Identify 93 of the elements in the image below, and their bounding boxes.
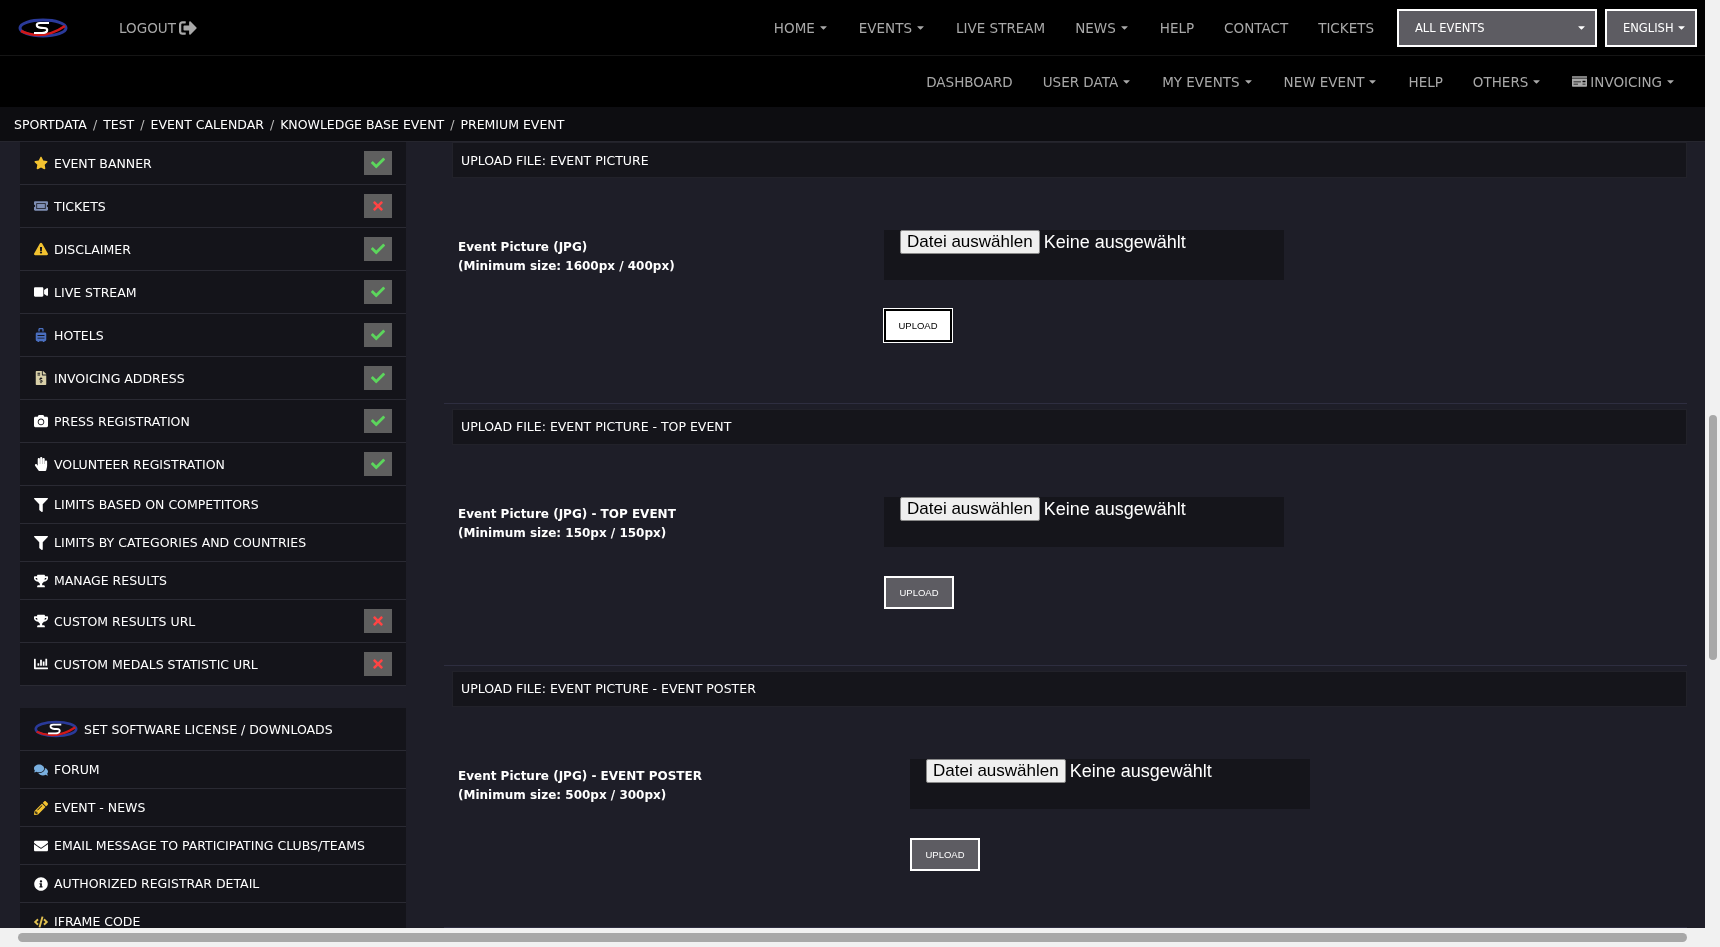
nav-link[interactable]: NEW EVENT — [1268, 73, 1394, 90]
nav-link[interactable]: EVENTS — [843, 19, 942, 36]
breadcrumb-link[interactable]: TEST — [103, 116, 135, 132]
file-input[interactable]: Datei auswählen Keine ausgewählt — [884, 496, 1284, 547]
sidebar-item[interactable]: PRESS REGISTRATION — [20, 400, 406, 443]
sidebar-item[interactable]: LIMITS BY CATEGORIES AND COUNTRIES — [20, 524, 406, 562]
sidebar-item[interactable]: LIMITS BASED ON COMPETITORS — [20, 486, 406, 524]
sidebar-item[interactable]: EVENT BANNER — [20, 142, 406, 185]
event-select[interactable]: ALL EVENTS — [1397, 8, 1597, 47]
sidebar-item[interactable]: INVOICING ADDRESS — [20, 357, 406, 400]
check-icon — [371, 371, 385, 385]
logout-link[interactable]: LOGOUT — [104, 18, 212, 37]
field-label: Event Picture (JPG) - TOP EVENT (Minimum size: 150px / 150px) — [458, 505, 677, 542]
money-card-icon — [1572, 74, 1588, 89]
breadcrumb-link[interactable]: EVENT CALENDAR — [150, 116, 264, 132]
nav-link[interactable]: MY EVENTS — [1147, 73, 1269, 90]
video-camera-icon — [34, 285, 48, 299]
file-input[interactable]: Datei auswählen Keine ausgewählt — [910, 758, 1310, 809]
sidebar-item[interactable]: AUTHORIZED REGISTRAR DETAIL — [20, 865, 406, 903]
field-label: Event Picture (JPG) - EVENT POSTER (Minimum size: 500px / 300px) — [458, 767, 703, 804]
nav-link[interactable]: DASHBOARD — [911, 73, 1028, 90]
logo — [34, 719, 78, 739]
sidebar-item[interactable]: MANAGE RESULTS — [20, 562, 406, 600]
breadcrumb-separator: / — [92, 116, 98, 132]
sidebar-item[interactable]: VOLUNTEER REGISTRATION — [20, 443, 406, 486]
invoice-icon — [34, 371, 48, 385]
nav-link[interactable]: NEWS — [1060, 19, 1145, 36]
sidebar-item[interactable]: CUSTOM RESULTS URL — [20, 600, 406, 643]
hand-icon — [34, 457, 48, 471]
cross-icon — [371, 199, 385, 213]
breadcrumb-link[interactable]: KNOWLEDGE BASE EVENT — [280, 116, 445, 132]
check-icon — [371, 414, 385, 428]
nav-link[interactable]: HELP — [1393, 73, 1458, 90]
section-header: UPLOAD FILE: EVENT PICTURE — [452, 142, 1687, 178]
bar-chart-icon — [34, 657, 48, 671]
suitcase-icon — [34, 328, 48, 342]
sidebar-item[interactable]: CUSTOM MEDALS STATISTIC URL — [20, 643, 406, 686]
nav-link[interactable]: HELP — [1144, 19, 1210, 36]
breadcrumb-link[interactable]: PREMIUM EVENT — [460, 116, 565, 132]
breadcrumb-separator: / — [450, 116, 455, 132]
chat-icon — [34, 762, 48, 777]
trophy-icon — [34, 573, 48, 588]
breadcrumb-link[interactable]: SPORTDATA — [14, 116, 87, 132]
choose-file-button[interactable]: Datei auswählen — [900, 230, 1040, 254]
nav-link[interactable]: OTHERS — [1457, 73, 1558, 90]
breadcrumb-separator: / — [140, 116, 145, 132]
breadcrumb-separator: / — [269, 116, 275, 132]
check-icon — [371, 156, 385, 170]
sidebar-item[interactable]: FORUM — [20, 751, 406, 789]
choose-file-button[interactable]: Datei auswählen — [900, 496, 1040, 521]
cross-icon — [371, 657, 385, 671]
check-icon — [371, 242, 385, 256]
sidebar-item[interactable]: EVENT - NEWS — [20, 789, 406, 827]
envelope-icon — [34, 838, 48, 853]
filter-icon — [34, 535, 48, 550]
section-header: UPLOAD FILE: EVENT PICTURE - EVENT POSTER — [452, 670, 1687, 707]
check-icon — [371, 285, 385, 299]
sidebar-item[interactable]: TICKETS — [20, 185, 406, 228]
sidebar-item[interactable]: DISCLAIMER — [20, 228, 406, 271]
code-icon — [34, 914, 48, 928]
upload-button[interactable]: UPLOAD — [884, 309, 952, 342]
sidebar-item[interactable]: SET SOFTWARE LICENSE / DOWNLOADS — [20, 708, 406, 751]
nav-link[interactable]: USER DATA — [1027, 73, 1148, 90]
cross-icon — [371, 614, 385, 628]
nav-link[interactable]: HOME — [758, 19, 844, 36]
warning-icon — [34, 242, 48, 256]
sidebar-item[interactable]: EMAIL MESSAGE TO PARTICIPATING CLUBS/TEAMS — [20, 827, 406, 865]
sidebar-item[interactable]: HOTELS — [20, 314, 406, 357]
logo — [18, 16, 68, 39]
vertical-scrollbar[interactable] — [1705, 0, 1720, 947]
section-header: UPLOAD FILE: EVENT PICTURE - TOP EVENT — [452, 408, 1687, 445]
language-select[interactable]: ENGLISH — [1605, 8, 1697, 47]
star-icon — [34, 156, 48, 170]
upload-button[interactable]: UPLOAD — [884, 575, 954, 609]
nav-link[interactable]: TICKETS — [1303, 19, 1389, 36]
trophy-icon — [34, 614, 48, 628]
ticket-icon — [34, 199, 48, 213]
upload-button[interactable]: UPLOAD — [910, 837, 980, 871]
file-input[interactable]: Datei auswählen Keine ausgewählt — [884, 230, 1284, 280]
field-label: Event Picture (JPG) (Minimum size: 1600px / 400px) — [458, 239, 676, 275]
camera-icon — [34, 414, 48, 428]
filter-icon — [34, 497, 48, 512]
sidebar-item[interactable]: LIVE STREAM — [20, 271, 406, 314]
logout-icon — [178, 18, 197, 37]
check-icon — [371, 457, 385, 471]
check-icon — [371, 328, 385, 342]
nav-link[interactable]: CONTACT — [1209, 19, 1304, 36]
nav-link[interactable]: LIVE STREAM — [941, 19, 1061, 36]
nav-link[interactable]: INVOICING — [1557, 73, 1691, 90]
horizontal-scrollbar[interactable] — [0, 928, 1705, 947]
info-icon — [34, 876, 48, 891]
choose-file-button[interactable]: Datei auswählen — [926, 758, 1066, 783]
pencil-icon — [34, 800, 48, 815]
